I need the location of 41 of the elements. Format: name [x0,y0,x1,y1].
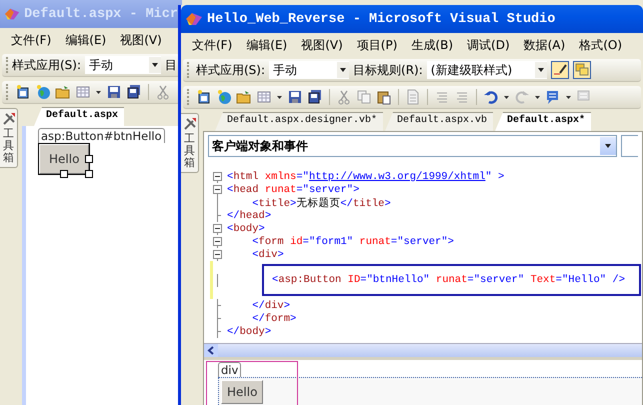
element-tag: asp:Button#btnHello [38,128,165,143]
window-title: Hello_Web_Reverse - Microsoft Visual Studio [207,12,556,26]
window-title: Default.aspx - Micr [24,6,178,22]
code-line: <head runat="server"> [227,184,360,196]
element-tag: div [218,362,242,377]
code-line: </form> [251,312,296,324]
code-line: <title>无标题页</title> [251,196,391,210]
code-line: </head> [227,210,272,222]
toolbar-label: 目标规则(R): [353,62,423,78]
code-line: <html xmlns="http://www.w3.org/1999/xhtml" > [227,170,504,182]
code-line: <form id="form1" runat="server"> [251,236,454,248]
menu-item[interactable]: 数据(A) [520,36,568,54]
toolbox-tab[interactable]: 工具箱 [0,108,18,168]
menu-item[interactable]: 生成(B) [408,36,456,54]
menu-item[interactable]: 文件(F) [189,36,236,54]
hello-button[interactable]: Hello [39,144,90,174]
toolbar-label: 样式应用(S): [196,62,266,78]
target-rule-dropdown[interactable]: (新建级联样式) [426,61,547,79]
menu-item[interactable]: 文件(F) [8,32,54,48]
toolbar-label: 样式应用(S): [12,56,82,74]
menu-item[interactable]: 视图(V) [298,36,346,54]
menu-item[interactable]: 编辑(E) [243,36,290,54]
hello-button[interactable]: Hello [221,380,264,404]
style-dropdown[interactable]: 手动 [85,56,162,74]
document-tab[interactable]: Default.aspx.vb [385,112,494,131]
document-tab[interactable]: Default.aspx.designer.vb* [215,112,384,131]
menu-item[interactable]: 格式(O) [576,36,626,54]
code-line: <body> [227,222,265,234]
code-line: <div> [251,248,284,260]
document-tab[interactable]: Default.aspx* [495,112,592,131]
toolbar-label: 目 [165,56,178,74]
menu-item[interactable]: 调试(D) [464,36,513,54]
menu-item[interactable]: 视图(V) [117,32,165,48]
code-line: </body> [227,326,272,338]
toolbox-tab[interactable]: 工具箱 [181,113,199,174]
menu-item[interactable]: 编辑(E) [62,32,110,48]
code-line: </div> [251,300,290,312]
client-objects-dropdown[interactable]: 客户端对象和事件 [208,135,617,157]
document-tab[interactable]: Default.aspx [34,107,124,126]
menu-item[interactable]: 项目(P) [354,36,400,54]
style-dropdown[interactable]: 手动 [269,61,350,79]
